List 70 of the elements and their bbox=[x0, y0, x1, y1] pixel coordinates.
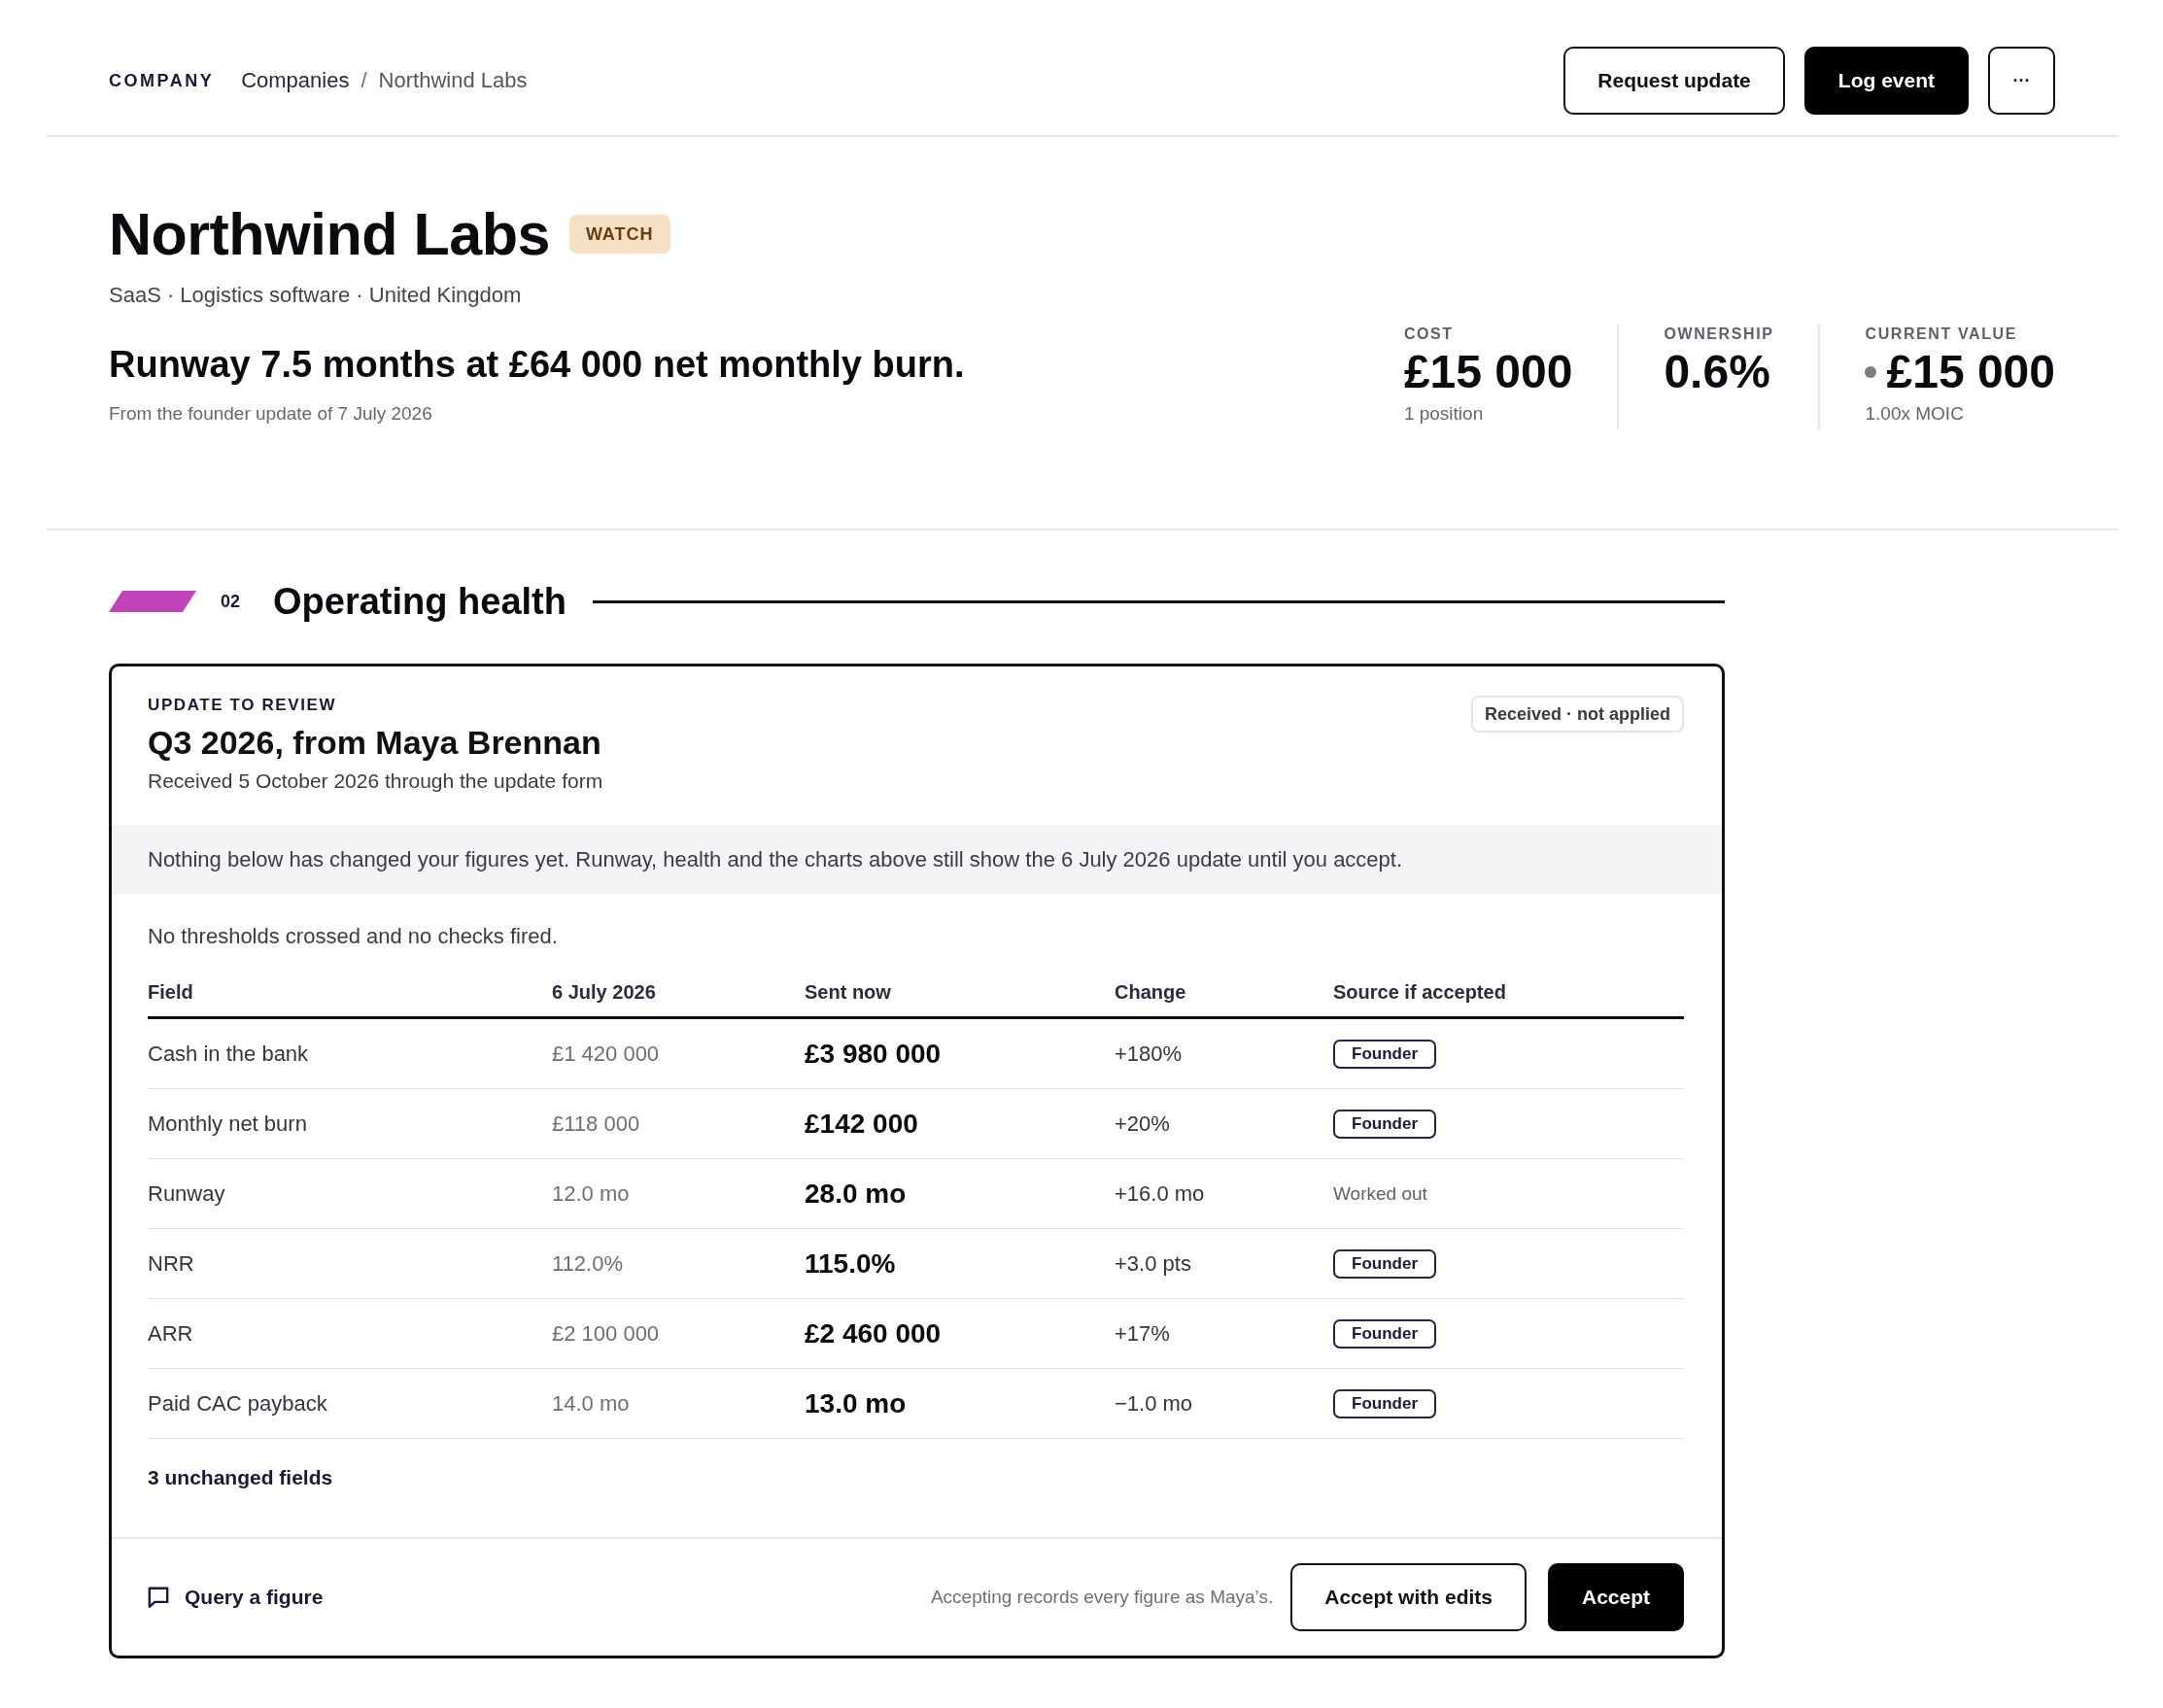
speech-bubble-icon bbox=[148, 1587, 169, 1608]
stat-value: £15 000 bbox=[1403, 347, 1573, 397]
table-cell: Monthly net burn bbox=[148, 1110, 307, 1137]
table-cell: +20% bbox=[1115, 1110, 1170, 1137]
source-tag: Founder bbox=[1333, 1388, 1436, 1418]
table-cell: Cash in the bank bbox=[148, 1041, 309, 1067]
table-cell: 28.0 mo bbox=[805, 1178, 907, 1210]
table-cell: Runway bbox=[148, 1180, 225, 1207]
stat-note: 1 position bbox=[1403, 402, 1484, 426]
source-tag: Founder bbox=[1333, 1039, 1436, 1069]
table-header-cell: Source if accepted bbox=[1333, 980, 1506, 1004]
table-header-cell: Sent now bbox=[805, 980, 891, 1004]
table-cell: 112.0% bbox=[552, 1250, 623, 1277]
table-cell: 13.0 mo bbox=[805, 1387, 907, 1419]
status-badge: WATCH bbox=[568, 215, 670, 254]
unchanged-fields-toggle[interactable]: 3 unchanged fields bbox=[148, 1465, 333, 1490]
stat-note: 1.00x MOIC bbox=[1865, 402, 1964, 426]
company-meta: SaaS · Logistics software · United Kingdom bbox=[109, 282, 522, 309]
review-title: Q3 2026, from Maya Brennan bbox=[148, 723, 601, 762]
table-cell: £142 000 bbox=[805, 1108, 918, 1140]
breadcrumb-link[interactable]: Companies bbox=[241, 68, 350, 93]
secondary-button[interactable]: Request update bbox=[1563, 47, 1785, 115]
section-title: Operating health bbox=[273, 580, 566, 624]
stat-value: 0.6% bbox=[1664, 347, 1770, 397]
table-cell: 115.0% bbox=[805, 1247, 896, 1280]
table-cell: +3.0 pts bbox=[1115, 1250, 1191, 1277]
notice-banner: Nothing below has changed your figures yet. Runway, health and the charts above still show the 6 July 2026 update until you accept. bbox=[112, 825, 1722, 894]
more-button[interactable]: ··· bbox=[1988, 47, 2055, 115]
table-cell: £2 460 000 bbox=[805, 1317, 942, 1349]
table-header-cell: Change bbox=[1115, 980, 1186, 1004]
review-subtitle: Received 5 October 2026 through the update form bbox=[148, 769, 603, 794]
page-type-label: COMPANY bbox=[109, 70, 215, 91]
review-eyebrow: UPDATE TO REVIEW bbox=[148, 696, 337, 715]
table-cell: 12.0 mo bbox=[552, 1180, 630, 1207]
table-cell: £1 420 000 bbox=[552, 1041, 660, 1067]
table-cell: Worked out bbox=[1333, 1182, 1427, 1205]
table-cell: £2 100 000 bbox=[552, 1320, 660, 1347]
stat-label: CURRENT VALUE bbox=[1865, 325, 2017, 344]
headline: Runway 7.5 months at £64 000 net monthly burn. bbox=[109, 343, 965, 387]
table-cell: +17% bbox=[1115, 1320, 1170, 1347]
breadcrumb-separator: / bbox=[360, 68, 367, 93]
source-tag: Founder bbox=[1333, 1248, 1436, 1279]
stat-value: £15 000 bbox=[1886, 347, 2055, 397]
table-cell: NRR bbox=[148, 1250, 194, 1277]
table-cell: £3 980 000 bbox=[805, 1038, 942, 1070]
breadcrumb-current[interactable]: Northwind Labs bbox=[378, 68, 528, 93]
review-status-badge: Received · not applied bbox=[1470, 696, 1684, 733]
table-cell: 14.0 mo bbox=[552, 1390, 630, 1417]
table-cell: £118 000 bbox=[552, 1110, 640, 1137]
accept-note: Accepting records every figure as Maya’s. bbox=[930, 1587, 1274, 1608]
slanted-bar-icon bbox=[109, 591, 196, 612]
secondary-button[interactable]: Accept with edits bbox=[1290, 1563, 1527, 1631]
query-button[interactable]: Query a figure bbox=[148, 1586, 324, 1609]
table-cell: Paid CAC payback bbox=[148, 1390, 327, 1417]
primary-button[interactable]: Log event bbox=[1803, 47, 1969, 115]
source-tag: Founder bbox=[1333, 1318, 1436, 1349]
table-cell: −1.0 mo bbox=[1115, 1390, 1193, 1417]
section-number: 02 bbox=[221, 591, 241, 612]
primary-button[interactable]: Accept bbox=[1547, 1563, 1684, 1631]
company-name: Northwind Labs bbox=[109, 200, 550, 268]
checks-summary: No thresholds crossed and no checks fired. bbox=[148, 923, 558, 950]
source-tag: Founder bbox=[1333, 1109, 1436, 1139]
table-cell: +16.0 mo bbox=[1115, 1180, 1205, 1207]
headline-source: From the founder update of 7 July 2026 bbox=[109, 402, 432, 426]
table-cell: +180% bbox=[1115, 1041, 1183, 1067]
stat-label: COST bbox=[1403, 325, 1454, 344]
stat-label: OWNERSHIP bbox=[1664, 325, 1774, 344]
table-header-cell: Field bbox=[148, 980, 193, 1004]
table-header-cell: 6 July 2026 bbox=[552, 980, 656, 1004]
table-cell: ARR bbox=[148, 1320, 193, 1347]
